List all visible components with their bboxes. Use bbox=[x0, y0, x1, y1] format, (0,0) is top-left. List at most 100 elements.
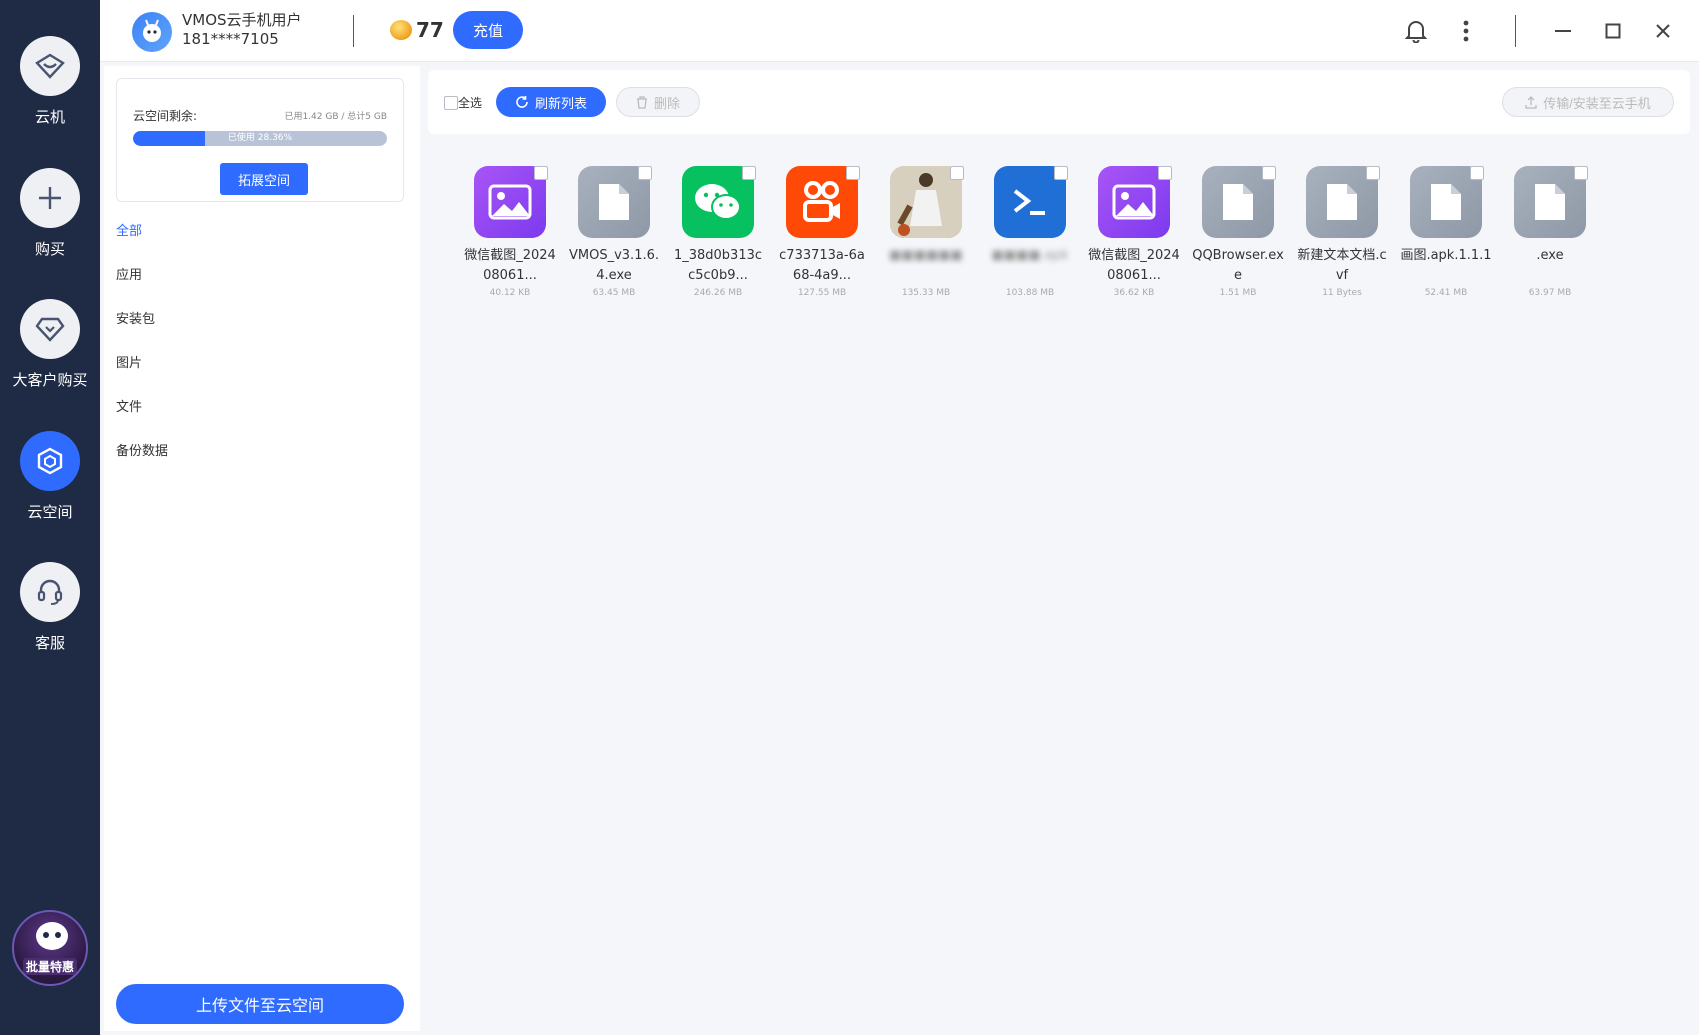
file-name: ■■■■■■ bbox=[889, 248, 963, 263]
rail-label: 购买 bbox=[34, 240, 65, 258]
file-item[interactable]: 微信截图_202408061... 36.62 KB bbox=[1082, 166, 1186, 298]
file-checkbox[interactable] bbox=[1158, 166, 1172, 180]
storage-progress-text: 已使用 28.36% bbox=[227, 133, 293, 143]
header-divider bbox=[1515, 15, 1516, 47]
category-images[interactable]: 图片 bbox=[116, 352, 142, 371]
file-item[interactable]: 1_38d0b313cc5c0b9... 246.26 MB bbox=[666, 166, 770, 298]
file-size: 52.41 MB bbox=[1424, 288, 1468, 298]
file-checkbox[interactable] bbox=[534, 166, 548, 180]
promo-avatar-text: 批量特惠 bbox=[22, 958, 77, 975]
file-name: 微信截图_202408061... bbox=[1088, 248, 1180, 283]
more-menu-icon[interactable] bbox=[1453, 18, 1479, 44]
promo-avatar[interactable]: 批量特惠 bbox=[12, 910, 88, 986]
rail-item-enterprise-buy[interactable]: 大客户购买 bbox=[0, 299, 100, 390]
plus-icon bbox=[20, 168, 80, 228]
delete-button[interactable]: 删除 bbox=[616, 87, 700, 117]
expand-space-button[interactable]: 拓展空间 bbox=[220, 163, 308, 195]
file-checkbox[interactable] bbox=[1054, 166, 1068, 180]
file-grid: 微信截图_202408061... 40.12 KB VMOS_v3.1.6.4.e… bbox=[458, 166, 1678, 298]
file-checkbox[interactable] bbox=[1366, 166, 1380, 180]
file-size: 36.62 KB bbox=[1113, 288, 1155, 298]
file-size: 40.12 KB bbox=[489, 288, 531, 298]
diamond-icon bbox=[20, 299, 80, 359]
file-size: 63.97 MB bbox=[1528, 288, 1572, 298]
top-header: VMOS云手机用户 181****7105 77 充值 bbox=[100, 0, 1699, 62]
file-size: 135.33 MB bbox=[901, 288, 951, 298]
file-checkbox[interactable] bbox=[1470, 166, 1484, 180]
file-name: 1_38d0b313cc5c0b9... bbox=[673, 248, 763, 283]
file-toolbar: 全选 刷新列表 删除 传输/安装至云手机 bbox=[428, 70, 1690, 134]
file-checkbox[interactable] bbox=[950, 166, 964, 180]
transfer-install-button[interactable]: 传输/安装至云手机 bbox=[1502, 87, 1674, 117]
storage-title: 云空间剩余: bbox=[133, 109, 198, 123]
file-checkbox[interactable] bbox=[1262, 166, 1276, 180]
file-size: 1.51 MB bbox=[1219, 288, 1257, 298]
bell-icon[interactable] bbox=[1403, 18, 1429, 44]
file-item[interactable]: 画图.apk.1.1.1 52.41 MB bbox=[1394, 166, 1498, 298]
file-browser: 全选 刷新列表 删除 传输/安装至云手机 微信截图_202408061... 40… bbox=[428, 66, 1693, 1031]
file-checkbox[interactable] bbox=[1574, 166, 1588, 180]
category-sidebar: 云空间剩余: 已用1.42 GB / 总计5 GB 已使用 28.36% 拓展空… bbox=[104, 66, 420, 1031]
trash-icon bbox=[636, 95, 647, 109]
category-backup[interactable]: 备份数据 bbox=[116, 440, 168, 459]
file-size: 127.55 MB bbox=[797, 288, 847, 298]
file-item[interactable]: ■■■■.apk 103.88 MB bbox=[978, 166, 1082, 298]
mascot-icon bbox=[36, 922, 68, 950]
file-checkbox[interactable] bbox=[742, 166, 756, 180]
user-phone: 181****7105 bbox=[182, 30, 279, 48]
file-size: 103.88 MB bbox=[1005, 288, 1055, 298]
upload-icon bbox=[1525, 95, 1537, 109]
cube-icon bbox=[20, 431, 80, 491]
file-item[interactable]: QQBrowser.exe 1.51 MB bbox=[1186, 166, 1290, 298]
refresh-list-button[interactable]: 刷新列表 bbox=[496, 87, 606, 117]
minimize-icon[interactable] bbox=[1550, 18, 1576, 44]
file-checkbox[interactable] bbox=[638, 166, 652, 180]
storage-card: 云空间剩余: 已用1.42 GB / 总计5 GB 已使用 28.36% 拓展空… bbox=[116, 78, 404, 202]
select-all-checkbox[interactable]: 全选 bbox=[444, 94, 482, 111]
rail-item-cloud-phone[interactable]: 云机 bbox=[0, 36, 100, 127]
close-icon[interactable] bbox=[1650, 18, 1676, 44]
file-item[interactable]: .exe 63.97 MB bbox=[1498, 166, 1602, 298]
file-name: 微信截图_202408061... bbox=[464, 248, 556, 283]
file-name: c733713a-6a68-4a9... bbox=[779, 248, 865, 283]
file-size: 11 Bytes bbox=[1322, 288, 1362, 298]
category-apps[interactable]: 应用 bbox=[116, 264, 142, 283]
file-checkbox[interactable] bbox=[846, 166, 860, 180]
upload-to-cloud-button[interactable]: 上传文件至云空间 bbox=[116, 984, 404, 1024]
checkbox-icon bbox=[444, 95, 458, 110]
file-size: 246.26 MB bbox=[693, 288, 743, 298]
headset-icon bbox=[20, 562, 80, 622]
file-size: 63.45 MB bbox=[592, 288, 636, 298]
maximize-icon[interactable] bbox=[1600, 18, 1626, 44]
file-item[interactable]: 新建文本文档.cvf 11 Bytes bbox=[1290, 166, 1394, 298]
delete-label: 删除 bbox=[653, 95, 680, 111]
category-packages[interactable]: 安装包 bbox=[116, 308, 155, 327]
refresh-label: 刷新列表 bbox=[534, 95, 587, 111]
rail-label: 云机 bbox=[34, 108, 65, 126]
rail-item-cloud-space[interactable]: 云空间 bbox=[0, 431, 100, 522]
file-item[interactable]: VMOS_v3.1.6.4.exe 63.45 MB bbox=[562, 166, 666, 298]
storage-progress-bar: 已使用 28.36% bbox=[133, 131, 387, 146]
category-files[interactable]: 文件 bbox=[116, 396, 142, 415]
left-rail: 云机 购买 大客户购买 云空间 客服 批量特惠 bbox=[0, 0, 100, 1035]
header-divider bbox=[353, 15, 354, 47]
file-item[interactable]: c733713a-6a68-4a9... 127.55 MB bbox=[770, 166, 874, 298]
user-name: VMOS云手机用户 bbox=[182, 11, 302, 29]
file-name: ■■■■.apk bbox=[991, 248, 1069, 263]
file-item[interactable]: 微信截图_202408061... 40.12 KB bbox=[458, 166, 562, 298]
refresh-icon bbox=[516, 96, 528, 108]
file-name: .exe bbox=[1536, 248, 1564, 263]
coin-count: 77 bbox=[416, 18, 444, 42]
rail-item-support[interactable]: 客服 bbox=[0, 562, 100, 653]
rail-item-buy[interactable]: 购买 bbox=[0, 168, 100, 259]
coin-icon bbox=[390, 20, 412, 40]
recharge-button[interactable]: 充值 bbox=[453, 11, 523, 49]
rail-label: 客服 bbox=[34, 634, 65, 652]
app-logo-icon bbox=[132, 12, 172, 52]
file-name: 新建文本文档.cvf bbox=[1297, 248, 1387, 283]
rail-label: 大客户购买 bbox=[12, 371, 88, 389]
file-item[interactable]: ■■■■■■ 135.33 MB bbox=[874, 166, 978, 298]
rail-label: 云空间 bbox=[27, 503, 73, 521]
category-all[interactable]: 全部 bbox=[116, 220, 142, 239]
file-name: 画图.apk.1.1.1 bbox=[1400, 248, 1492, 263]
